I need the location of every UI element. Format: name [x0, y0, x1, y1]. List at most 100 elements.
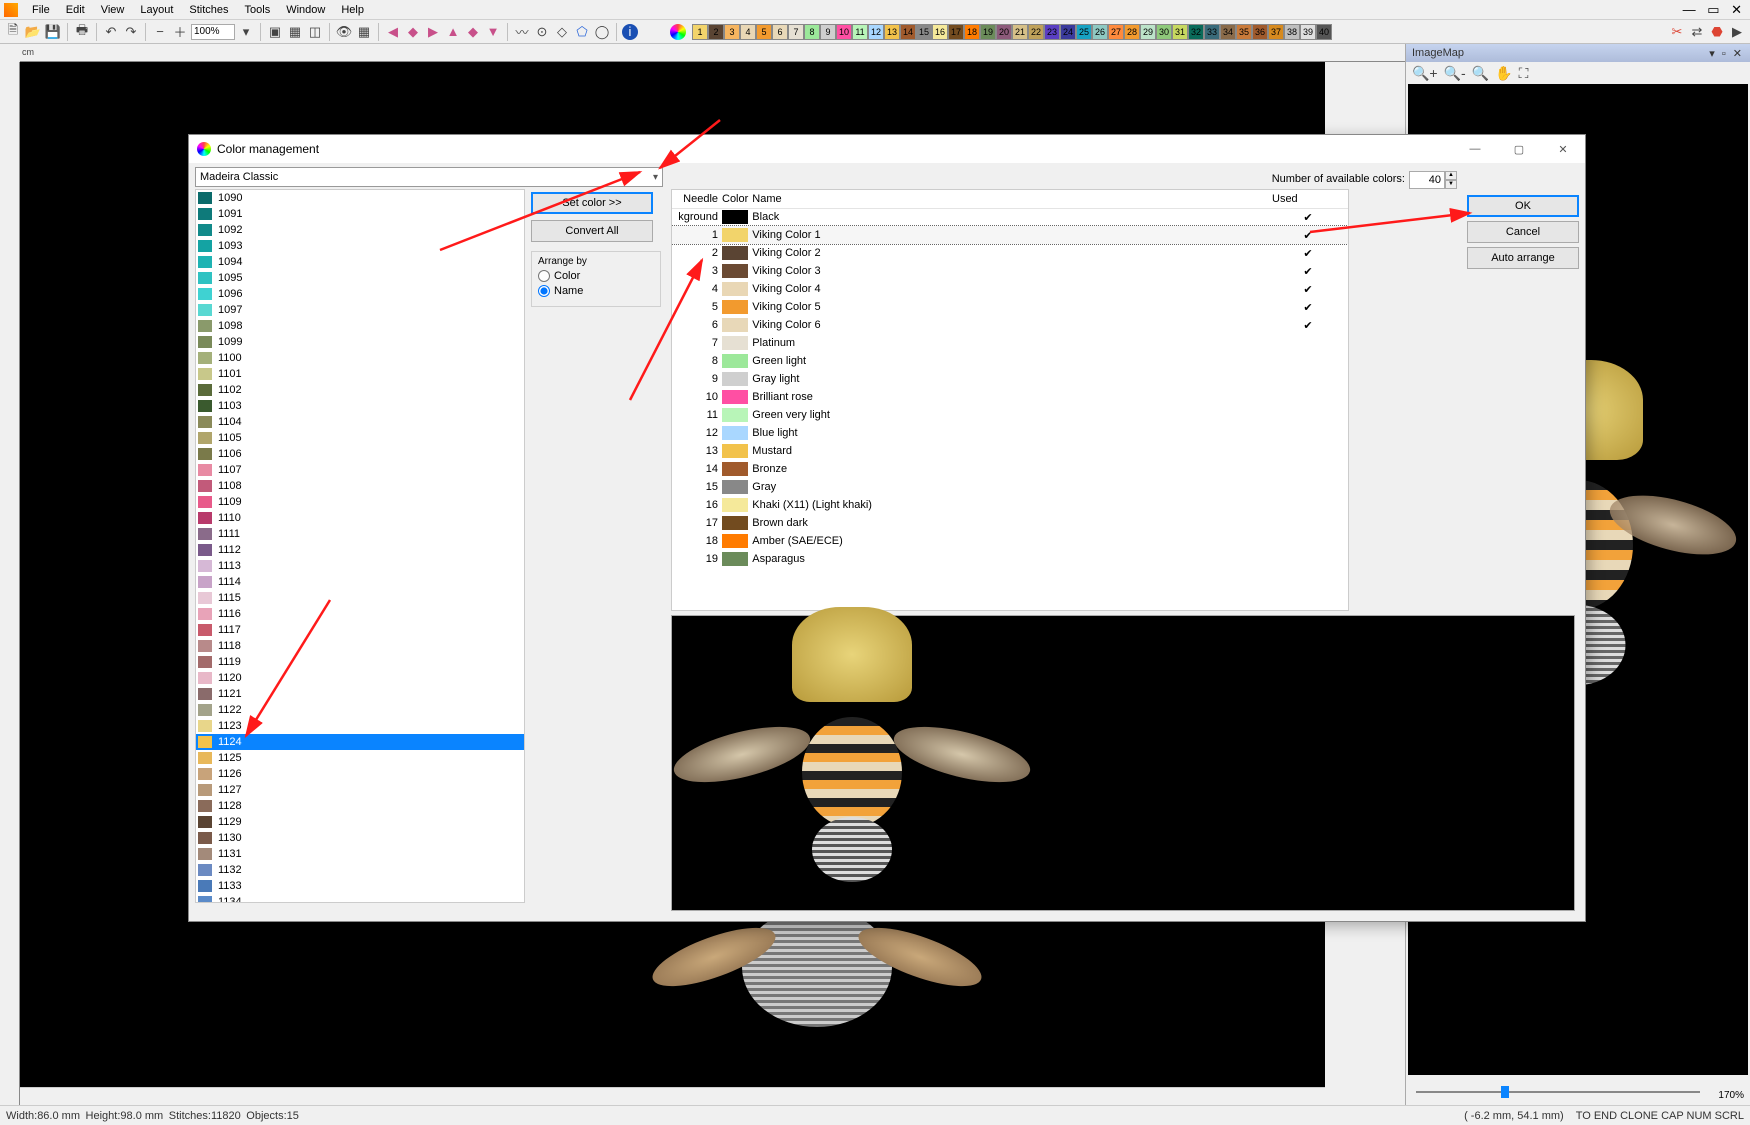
thread-row[interactable]: 1109 [196, 494, 524, 510]
needle-row[interactable]: 4Viking Color 4✔ [672, 280, 1348, 298]
thread-row[interactable]: 1124 [196, 734, 524, 750]
needle-swatch-12[interactable]: 12 [868, 24, 884, 40]
shape-icon[interactable]: ◇ [553, 23, 571, 41]
thread-row[interactable]: 1112 [196, 542, 524, 558]
needle-row[interactable]: 1Viking Color 1✔ [672, 226, 1348, 244]
ok-button[interactable]: OK [1467, 195, 1579, 217]
needle-row[interactable]: 18Amber (SAE/ECE) [672, 532, 1348, 550]
needle-row[interactable]: 12Blue light [672, 424, 1348, 442]
menu-tools[interactable]: Tools [237, 2, 279, 18]
thread-row[interactable]: 1110 [196, 510, 524, 526]
arrange-name-radio[interactable]: Name [538, 285, 654, 297]
thread-row[interactable]: 1125 [196, 750, 524, 766]
zoom-window-icon[interactable]: ⛶ [1519, 65, 1529, 82]
needle-row[interactable]: 9Gray light [672, 370, 1348, 388]
needle-swatch-24[interactable]: 24 [1060, 24, 1076, 40]
thread-row[interactable]: 1092 [196, 222, 524, 238]
thread-row[interactable]: 1134 [196, 894, 524, 903]
minimize-icon[interactable]: — [1461, 143, 1489, 156]
needle-row[interactable]: 15Gray [672, 478, 1348, 496]
needle-row[interactable]: 13Mustard [672, 442, 1348, 460]
needle-swatch-36[interactable]: 36 [1252, 24, 1268, 40]
zoom-in-icon[interactable]: ＋ [171, 23, 189, 41]
needle-swatch-3[interactable]: 3 [724, 24, 740, 40]
needle-swatch-34[interactable]: 34 [1220, 24, 1236, 40]
needle-swatch-1[interactable]: 1 [692, 24, 708, 40]
needle-swatch-10[interactable]: 10 [836, 24, 852, 40]
thread-row[interactable]: 1098 [196, 318, 524, 334]
redo-icon[interactable]: ↷ [122, 23, 140, 41]
close-icon[interactable]: ✕ [1549, 143, 1577, 156]
needle-row[interactable]: 11Green very light [672, 406, 1348, 424]
needle-swatch-29[interactable]: 29 [1140, 24, 1156, 40]
menu-stitches[interactable]: Stitches [181, 2, 236, 18]
available-colors-input[interactable] [1409, 171, 1445, 189]
needle-swatch-33[interactable]: 33 [1204, 24, 1220, 40]
thread-row[interactable]: 1116 [196, 606, 524, 622]
undo-icon[interactable]: ↶ [102, 23, 120, 41]
needle-swatch-6[interactable]: 6 [772, 24, 788, 40]
needle-swatch-9[interactable]: 9 [820, 24, 836, 40]
thread-row[interactable]: 1111 [196, 526, 524, 542]
imagemap-panel-controls[interactable]: ▾ ▫ ✕ [1709, 47, 1744, 60]
maximize-icon[interactable]: ▢ [1505, 143, 1533, 156]
needle-swatch-8[interactable]: 8 [804, 24, 820, 40]
align-left-icon[interactable]: ◀ [384, 23, 402, 41]
window-main-controls[interactable]: — ▭ ✕ [1683, 2, 1746, 18]
thread-row[interactable]: 1132 [196, 862, 524, 878]
thread-row[interactable]: 1118 [196, 638, 524, 654]
thread-row[interactable]: 1093 [196, 238, 524, 254]
thread-row[interactable]: 1100 [196, 350, 524, 366]
needle-swatch-17[interactable]: 17 [948, 24, 964, 40]
thread-row[interactable]: 1122 [196, 702, 524, 718]
thread-row[interactable]: 1123 [196, 718, 524, 734]
chevron-down-icon[interactable]: ▾ [237, 23, 255, 41]
needle-swatch-15[interactable]: 15 [916, 24, 932, 40]
needle-row[interactable]: 10Brilliant rose [672, 388, 1348, 406]
needle-row[interactable]: 14Bronze [672, 460, 1348, 478]
thread-row[interactable]: 1091 [196, 206, 524, 222]
thread-row[interactable]: 1096 [196, 286, 524, 302]
align-top-icon[interactable]: ▲ [444, 23, 462, 41]
thread-row[interactable]: 1102 [196, 382, 524, 398]
scissors-icon[interactable]: ✂ [1668, 23, 1686, 41]
needle-swatch-4[interactable]: 4 [740, 24, 756, 40]
thread-row[interactable]: 1117 [196, 622, 524, 638]
menu-view[interactable]: View [93, 2, 133, 18]
needle-row[interactable]: 6Viking Color 6✔ [672, 316, 1348, 334]
canvas-scrollbar-horizontal[interactable] [20, 1087, 1325, 1105]
pentagon-icon[interactable]: ⬠ [573, 23, 591, 41]
thread-row[interactable]: 1094 [196, 254, 524, 270]
zoom-out-icon[interactable]: 🔍- [1444, 65, 1466, 82]
thread-row[interactable]: 1133 [196, 878, 524, 894]
needle-swatch-18[interactable]: 18 [964, 24, 980, 40]
select-icon[interactable]: ▣ [266, 23, 284, 41]
zoom-fit-icon[interactable]: 🔍 [1472, 65, 1489, 82]
needle-row[interactable]: 7Platinum [672, 334, 1348, 352]
thread-row[interactable]: 1119 [196, 654, 524, 670]
needle-swatch-32[interactable]: 32 [1188, 24, 1204, 40]
circle-tool-icon[interactable]: ◯ [593, 23, 611, 41]
thread-row[interactable]: 1115 [196, 590, 524, 606]
thread-row[interactable]: 1095 [196, 270, 524, 286]
open-icon[interactable]: 📂 [24, 23, 42, 41]
zoom-level-input[interactable]: 100% [191, 24, 235, 40]
needle-swatch-23[interactable]: 23 [1044, 24, 1060, 40]
needle-row[interactable]: 17Brown dark [672, 514, 1348, 532]
needle-swatch-7[interactable]: 7 [788, 24, 804, 40]
align-center-icon[interactable]: ◆ [404, 23, 422, 41]
menu-window[interactable]: Window [278, 2, 333, 18]
align-bottom-icon[interactable]: ▼ [484, 23, 502, 41]
needle-swatch-26[interactable]: 26 [1092, 24, 1108, 40]
curve-icon[interactable]: 〰 [513, 23, 531, 41]
needle-swatch-37[interactable]: 37 [1268, 24, 1284, 40]
thread-row[interactable]: 1127 [196, 782, 524, 798]
align-middle-icon[interactable]: ◆ [464, 23, 482, 41]
needle-swatch-38[interactable]: 38 [1284, 24, 1300, 40]
needle-row[interactable]: 8Green light [672, 352, 1348, 370]
thread-row[interactable]: 1101 [196, 366, 524, 382]
needle-swatch-25[interactable]: 25 [1076, 24, 1092, 40]
thread-row[interactable]: 1106 [196, 446, 524, 462]
thread-row[interactable]: 1126 [196, 766, 524, 782]
needle-table[interactable]: Needle Color Name Used kgroundBlack✔1Vik… [671, 189, 1349, 611]
